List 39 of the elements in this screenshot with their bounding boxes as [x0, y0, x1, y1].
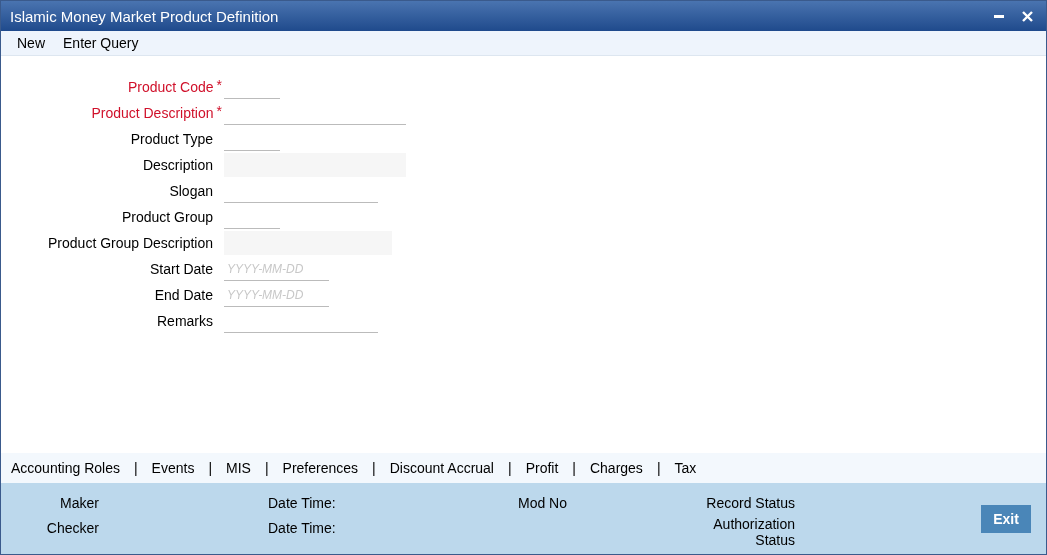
exit-button[interactable]: Exit — [981, 505, 1031, 533]
subsystem-tab[interactable]: Accounting Roles — [11, 460, 120, 476]
tab-separator: | — [207, 460, 214, 476]
menu-item[interactable]: Enter Query — [56, 35, 146, 51]
field-label: Product Description — [91, 105, 214, 121]
subsystem-tab[interactable]: Discount Accrual — [389, 460, 494, 476]
audit-label: Date Time: — [268, 495, 337, 513]
field-label: Remarks — [157, 313, 213, 329]
field-label: End Date — [154, 287, 213, 303]
field-label: Product Type — [130, 131, 213, 147]
subsystem-tab[interactable]: Preferences — [282, 460, 359, 476]
audit-label: Mod No — [518, 495, 569, 513]
audit-label: Authorization Status — [712, 516, 795, 545]
audit-label: Date Time: — [268, 520, 337, 538]
tab-separator: | — [371, 460, 377, 476]
menu-item[interactable]: New — [10, 35, 52, 51]
required-mark: * — [216, 105, 222, 117]
subsystem-tab[interactable]: Tax — [674, 460, 697, 476]
tab-separator: | — [263, 460, 270, 476]
field-label: Product Group — [121, 209, 213, 225]
subsystem-tab[interactable]: MIS — [226, 460, 251, 476]
audit-label: Checker — [45, 520, 99, 538]
audit-label: Record Status — [705, 495, 795, 513]
subsystem-tab[interactable]: Events — [151, 460, 195, 476]
tab-separator: | — [132, 460, 139, 476]
tab-separator: | — [655, 460, 662, 476]
field-label: Slogan — [169, 183, 213, 199]
field-label: Description — [142, 157, 213, 173]
field-label: Start Date — [149, 261, 213, 277]
field-label: Product Group Description — [48, 235, 213, 251]
required-mark: * — [216, 79, 222, 91]
window-title: Islamic Money Market Product Definition — [10, 7, 279, 25]
tab-separator: | — [571, 460, 577, 476]
tab-separator: | — [507, 460, 513, 476]
audit-label: Maker — [59, 495, 99, 513]
close-icon[interactable] — [1021, 9, 1034, 23]
subsystem-tab[interactable]: Profit — [525, 460, 559, 476]
subsystem-tab[interactable]: Charges — [589, 460, 643, 476]
field-label: Product Code — [127, 79, 214, 95]
